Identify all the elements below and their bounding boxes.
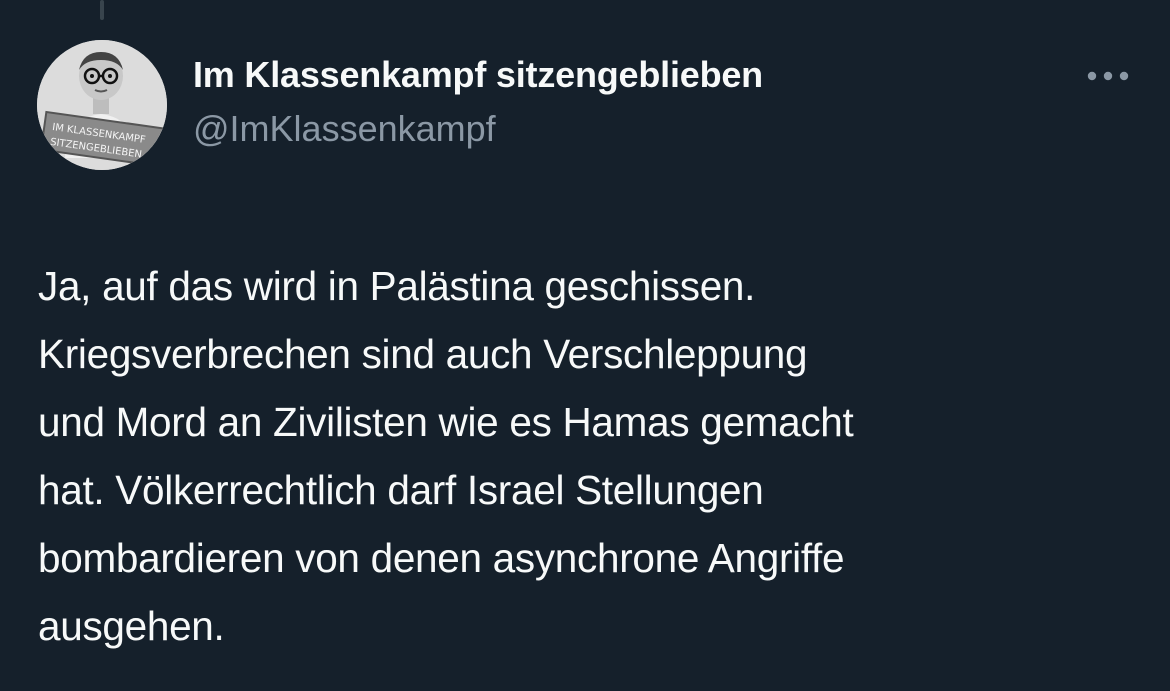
tweet-text: Ja, auf das wird in Palästina geschissen… <box>38 263 854 649</box>
author-handle[interactable]: @ImKlassenkampf <box>193 108 496 150</box>
avatar-image: IM KLASSENKAMPF SITZENGEBLIEBEN <box>37 40 167 170</box>
more-horizontal-icon <box>1087 71 1129 81</box>
thread-connector-line <box>100 0 104 20</box>
more-options-button[interactable] <box>1080 58 1136 94</box>
avatar[interactable]: IM KLASSENKAMPF SITZENGEBLIEBEN <box>37 40 167 170</box>
author-display-name[interactable]: Im Klassenkampf sitzengeblieben <box>193 54 763 96</box>
